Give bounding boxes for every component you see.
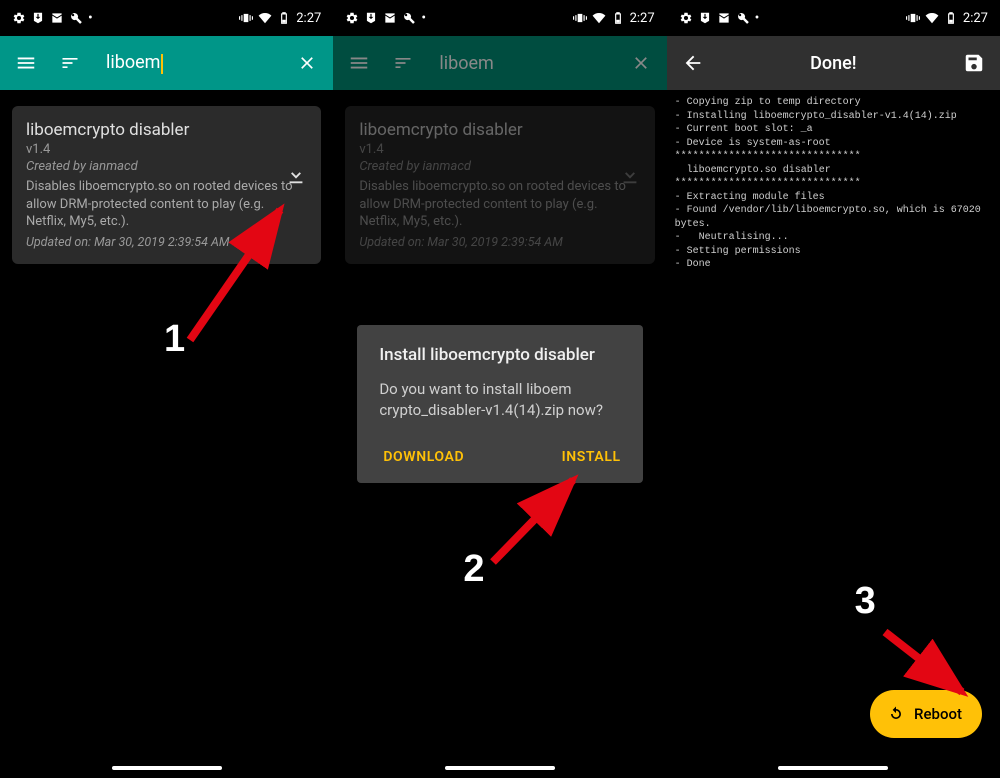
download-status-icon bbox=[31, 11, 45, 25]
module-title: liboemcrypto disabler bbox=[26, 120, 307, 140]
reboot-fab[interactable]: Reboot bbox=[870, 690, 982, 738]
module-card: liboemcrypto disabler v1.4 Created by ia… bbox=[345, 106, 654, 264]
dot-icon: • bbox=[755, 10, 760, 26]
module-card[interactable]: liboemcrypto disabler v1.4 Created by ia… bbox=[12, 106, 321, 264]
nav-bar[interactable] bbox=[445, 766, 555, 770]
clock-text: 2:27 bbox=[630, 11, 655, 26]
wifi-icon bbox=[925, 11, 939, 25]
sort-button[interactable] bbox=[383, 43, 423, 83]
mail-icon bbox=[50, 11, 64, 25]
annotation-number-3: 3 bbox=[855, 580, 876, 623]
module-updated: Updated on: Mar 30, 2019 2:39:54 AM bbox=[359, 235, 640, 250]
clock-text: 2:27 bbox=[963, 11, 988, 26]
search-text: liboem bbox=[439, 53, 493, 74]
download-status-icon bbox=[698, 11, 712, 25]
module-description: Disables liboemcrypto.so on rooted devic… bbox=[359, 178, 640, 231]
battery-icon bbox=[944, 11, 958, 25]
nav-bar[interactable] bbox=[112, 766, 222, 770]
module-author: Created by ianmacd bbox=[359, 159, 640, 174]
module-updated: Updated on: Mar 30, 2019 2:39:54 AM bbox=[26, 235, 307, 250]
install-button[interactable]: INSTALL bbox=[562, 441, 621, 473]
search-input[interactable]: liboem bbox=[94, 52, 283, 73]
status-bar: • 2:27 bbox=[333, 0, 666, 36]
nav-bar[interactable] bbox=[778, 766, 888, 770]
clear-search-button[interactable] bbox=[287, 43, 327, 83]
app-bar: liboem bbox=[333, 36, 666, 90]
download-button[interactable]: DOWNLOAD bbox=[383, 441, 464, 473]
module-description: Disables liboemcrypto.so on rooted devic… bbox=[26, 178, 307, 231]
wifi-icon bbox=[592, 11, 606, 25]
module-version: v1.4 bbox=[26, 142, 307, 157]
back-button[interactable] bbox=[673, 43, 713, 83]
dialog-title: Install liboemcrypto disabler bbox=[379, 345, 620, 365]
download-button bbox=[619, 164, 641, 190]
battery-icon bbox=[277, 11, 291, 25]
vibrate-icon bbox=[906, 11, 920, 25]
dot-icon: • bbox=[421, 10, 426, 26]
module-version: v1.4 bbox=[359, 142, 640, 157]
status-bar: • 2:27 bbox=[0, 0, 333, 36]
annotation-number-2: 2 bbox=[463, 548, 484, 591]
gear-icon bbox=[345, 11, 359, 25]
wrench-icon bbox=[402, 11, 416, 25]
screen-2: • 2:27 liboem liboemcrypto disabler v1.4… bbox=[333, 0, 666, 778]
fab-label: Reboot bbox=[914, 705, 962, 723]
download-status-icon bbox=[364, 11, 378, 25]
status-bar: • 2:27 bbox=[667, 0, 1000, 36]
app-bar: liboem bbox=[0, 36, 333, 90]
vibrate-icon bbox=[573, 11, 587, 25]
refresh-icon bbox=[886, 704, 906, 724]
wrench-icon bbox=[69, 11, 83, 25]
clear-search-button[interactable] bbox=[621, 43, 661, 83]
mail-icon bbox=[717, 11, 731, 25]
battery-icon bbox=[611, 11, 625, 25]
text-cursor bbox=[161, 54, 163, 74]
module-title: liboemcrypto disabler bbox=[359, 120, 640, 140]
gear-icon bbox=[679, 11, 693, 25]
clock-text: 2:27 bbox=[296, 11, 321, 26]
sort-button[interactable] bbox=[50, 43, 90, 83]
page-title: Done! bbox=[717, 53, 950, 74]
mail-icon bbox=[383, 11, 397, 25]
wifi-icon bbox=[258, 11, 272, 25]
install-log: - Copying zip to temp directory - Instal… bbox=[667, 90, 1000, 278]
wrench-icon bbox=[736, 11, 750, 25]
gear-icon bbox=[12, 11, 26, 25]
search-input[interactable]: liboem bbox=[427, 53, 616, 74]
menu-button[interactable] bbox=[6, 43, 46, 83]
dialog-message: Do you want to install liboem crypto_dis… bbox=[379, 379, 620, 421]
download-button[interactable] bbox=[285, 164, 307, 190]
dot-icon: • bbox=[88, 10, 93, 26]
search-text: liboem bbox=[106, 52, 160, 73]
menu-button[interactable] bbox=[339, 43, 379, 83]
screen-1: • 2:27 liboem liboemcrypto disabler v1.4… bbox=[0, 0, 333, 778]
screen-3: • 2:27 Done! - Copying zip to temp direc… bbox=[667, 0, 1000, 778]
annotation-number-1: 1 bbox=[164, 318, 185, 361]
module-author: Created by ianmacd bbox=[26, 159, 307, 174]
install-dialog: Install liboemcrypto disabler Do you wan… bbox=[357, 325, 642, 483]
save-button[interactable] bbox=[954, 43, 994, 83]
app-bar: Done! bbox=[667, 36, 1000, 90]
vibrate-icon bbox=[239, 11, 253, 25]
